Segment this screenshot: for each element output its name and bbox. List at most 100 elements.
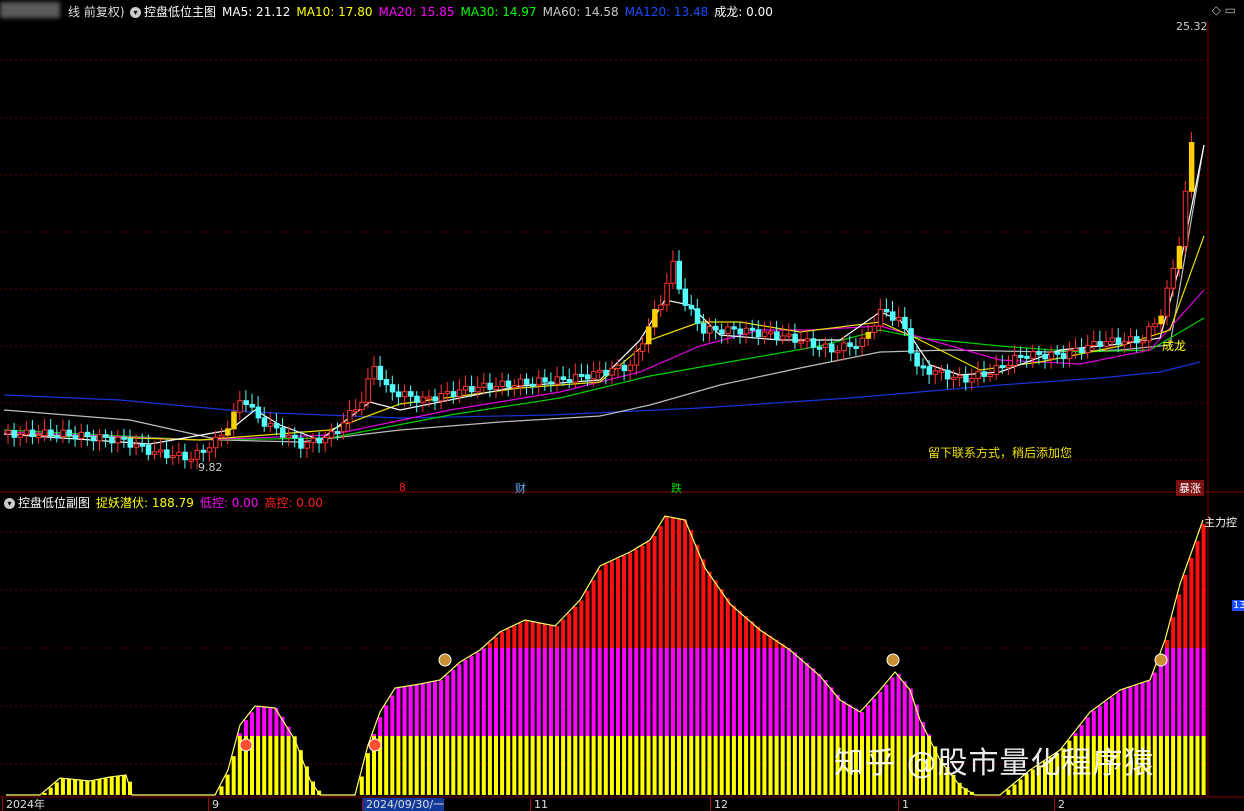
candle-body: [402, 391, 408, 398]
candle-body: [164, 449, 170, 459]
candle-body: [646, 326, 652, 345]
candle-body: [219, 434, 225, 438]
chart-canvas[interactable]: [0, 0, 1244, 811]
mid-control-bar: [390, 695, 395, 736]
chevron-down-icon[interactable]: ▾: [4, 498, 15, 509]
candle-body: [1091, 341, 1097, 347]
low-control-bar: [1171, 736, 1176, 795]
candle-body: [829, 343, 835, 353]
low-control-bar: [689, 736, 694, 795]
date-tick: 1: [898, 798, 909, 811]
candle-body: [29, 429, 36, 438]
mid-control-bar: [762, 648, 767, 736]
mid-control-bar: [1122, 689, 1127, 736]
low-control-bar: [683, 736, 688, 795]
candle-body: [810, 338, 817, 348]
candle-body: [1018, 354, 1024, 358]
mid-control-bar: [1104, 701, 1108, 736]
candle-body: [926, 366, 933, 375]
candle-body: [469, 386, 475, 393]
candle-body: [877, 308, 884, 327]
signal-coin-icon: [1154, 653, 1168, 667]
mid-control-bar: [585, 648, 590, 736]
adjust-mode-label[interactable]: 线 前复权): [68, 3, 125, 20]
high-control-bar: [713, 580, 718, 648]
high-control-bar: [494, 637, 498, 648]
candle-body: [1024, 355, 1030, 359]
window-controls[interactable]: ◇ ▭: [1212, 3, 1236, 17]
candle-body: [103, 434, 109, 438]
low-control-bar: [585, 736, 590, 795]
high-control-bar: [652, 535, 657, 648]
candle-body: [1030, 351, 1036, 359]
mid-control-bar: [738, 648, 742, 736]
low-control-bar: [268, 736, 273, 795]
mid-control-bar: [512, 648, 517, 736]
mid-control-bar: [750, 648, 755, 736]
candle-body: [517, 378, 524, 387]
candle-body: [524, 378, 530, 385]
mid-control-bar: [402, 686, 407, 736]
sub-chart-header: ▾ 控盘低位副图 捉妖潜伏: 188.79 低控: 0.00 高控: 0.00: [0, 492, 1244, 510]
mid-control-bar: [237, 733, 242, 736]
candle-body: [371, 365, 377, 380]
high-control-bar: [542, 623, 547, 648]
candle-body: [66, 429, 72, 437]
mid-control-bar: [689, 648, 694, 736]
tag-baozhang: 暴涨: [1176, 480, 1204, 496]
mid-control-bar: [536, 648, 541, 736]
candle-body: [1182, 190, 1189, 247]
sub-indicator-selector[interactable]: ▾: [4, 494, 15, 509]
sub-legend-item: 捉妖潜伏: 188.79: [96, 496, 194, 510]
mid-control-bar: [634, 648, 639, 736]
candle-body: [5, 430, 11, 435]
mid-control-bar: [756, 648, 761, 736]
candle-body: [566, 378, 573, 383]
mid-control-bar: [1134, 685, 1139, 736]
mid-control-bar: [683, 648, 688, 736]
price-grid: [0, 22, 1244, 798]
mid-control-bar: [475, 652, 480, 736]
low-control-bar: [591, 736, 596, 795]
mid-control-bar: [451, 669, 456, 736]
high-control-bar: [670, 517, 675, 648]
candle-body: [243, 400, 249, 406]
low-control-bar: [768, 736, 773, 795]
low-control-bar: [402, 736, 407, 795]
candle-body: [1170, 267, 1177, 289]
low-control-bar: [701, 736, 706, 795]
high-control-bar: [646, 542, 651, 648]
candle-body: [859, 337, 865, 348]
mid-control-bar: [622, 648, 627, 736]
candle-body: [652, 308, 658, 328]
high-control-bar: [518, 623, 523, 648]
low-control-bar: [530, 736, 535, 795]
low-control-bar: [109, 777, 114, 795]
candle-body: [560, 376, 567, 380]
date-tick: 12: [710, 798, 728, 811]
mid-control-bar: [1152, 672, 1157, 736]
low-control-bar: [408, 736, 413, 795]
low-control-bar: [280, 736, 285, 795]
low-control-bar: [616, 736, 620, 795]
sub-indicator-name[interactable]: 控盘低位副图: [18, 494, 90, 511]
high-control-bar: [683, 519, 688, 648]
candle-body: [786, 333, 792, 337]
mid-control-bar: [658, 648, 663, 736]
high-control-bar: [695, 544, 700, 648]
indicator-selector[interactable]: ▾: [130, 3, 141, 18]
candle-body: [316, 437, 323, 444]
chevron-down-icon[interactable]: ▾: [130, 7, 141, 18]
candle-body: [572, 373, 579, 383]
candle-body: [463, 386, 469, 391]
sub-legend-item: 低控: 0.00: [199, 496, 259, 510]
main-indicator-name[interactable]: 控盘低位主图: [144, 3, 216, 20]
high-control-bar: [567, 613, 572, 648]
high-control-bar: [500, 631, 505, 648]
low-control-bar: [365, 753, 370, 795]
main-chart-header: 线 前复权) ▾ 控盘低位主图 MA5: 21.12 MA10: 17.80 MA2…: [0, 0, 1244, 22]
mid-control-bar: [1189, 648, 1194, 736]
mid-control-bar: [896, 673, 901, 736]
low-control-bar: [60, 778, 65, 795]
candle-body: [334, 431, 341, 435]
